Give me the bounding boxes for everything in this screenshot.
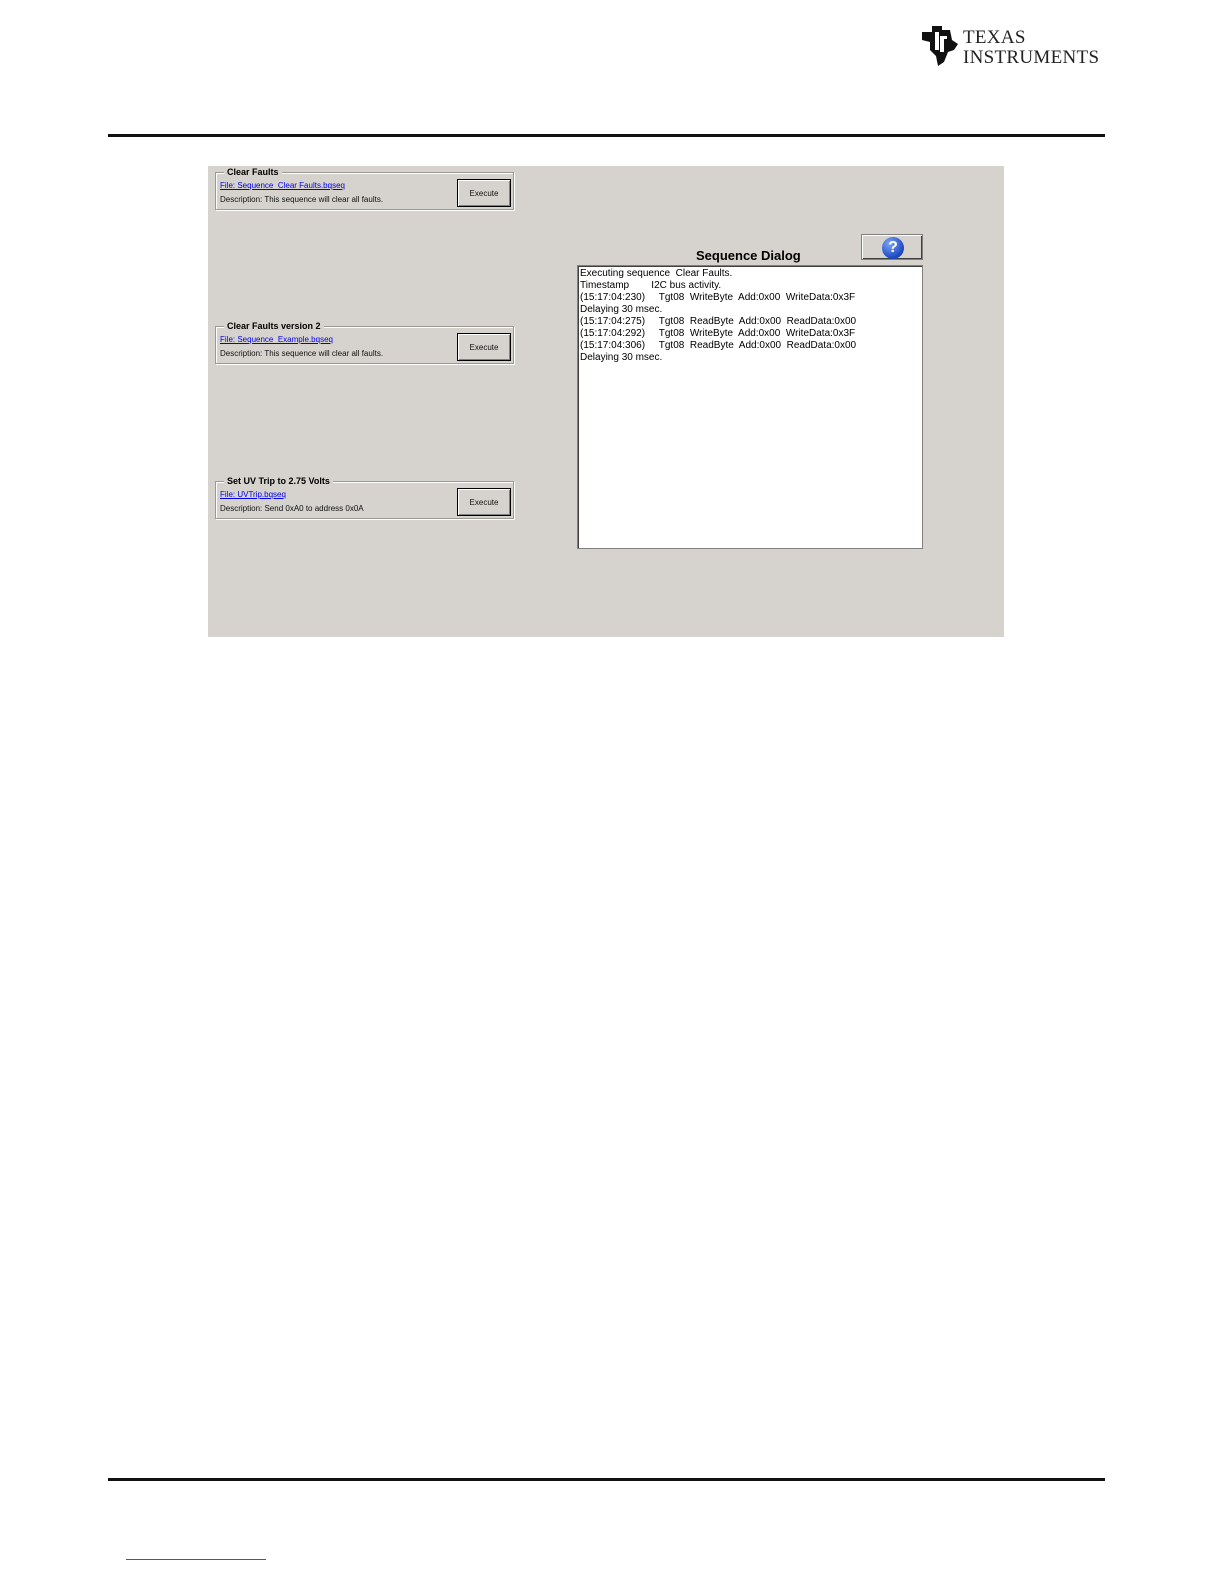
sequence-log-output[interactable]: Executing sequence Clear Faults. Timesta… (577, 265, 923, 549)
sequence-file-link[interactable]: File: Sequence_Example.bqseq (220, 335, 333, 345)
sequence-description: Description: This sequence will clear al… (220, 195, 384, 204)
help-button[interactable]: ? (861, 234, 923, 260)
ti-logo: Texas Instruments (918, 22, 1108, 74)
execute-button[interactable]: Execute (457, 179, 511, 207)
log-line: (15:17:04:292) Tgt08 WriteByte Add:0x00 … (580, 328, 856, 339)
sequence-file-link[interactable]: File: Sequence_Clear Faults.bqseq (220, 181, 345, 191)
log-line: (15:17:04:275) Tgt08 ReadByte Add:0x00 R… (580, 316, 857, 327)
sequence-description: Description: Send 0xA0 to address 0x0A (220, 504, 364, 513)
execute-button[interactable]: Execute (457, 333, 511, 361)
log-line: Delaying 30 msec. (580, 352, 663, 363)
log-line: (15:17:04:306) Tgt08 ReadByte Add:0x00 R… (580, 340, 857, 351)
log-line: (15:17:04:230) Tgt08 WriteByte Add:0x00 … (580, 292, 856, 303)
sequence-group-uv-trip: Set UV Trip to 2.75 Volts File: UVTrip.b… (215, 475, 514, 519)
sequence-file-link[interactable]: File: UVTrip.bqseq (220, 490, 286, 500)
execute-button[interactable]: Execute (457, 488, 511, 516)
logo-text-line1: Texas (963, 27, 1026, 48)
question-icon: ? (882, 237, 904, 259)
ti-logo-icon (922, 26, 958, 66)
sequence-group-clear-faults-v2: Clear Faults version 2 File: Sequence_Ex… (215, 320, 514, 364)
sequence-app-window: Clear Faults File: Sequence_Clear Faults… (208, 166, 1004, 637)
sequence-description: Description: This sequence will clear al… (220, 349, 384, 358)
group-title: Clear Faults (224, 166, 282, 178)
logo-text-line2: Instruments (963, 47, 1100, 68)
log-line: Timestamp I2C bus activity. (580, 280, 722, 291)
header-rule (108, 134, 1105, 137)
group-title: Clear Faults version 2 (224, 320, 324, 332)
log-line: Executing sequence Clear Faults. (580, 268, 733, 279)
group-title: Set UV Trip to 2.75 Volts (224, 475, 333, 487)
logo-wordmark: Texas Instruments (963, 28, 1099, 68)
sequence-dialog-title: Sequence Dialog (696, 248, 801, 263)
log-line: Delaying 30 msec. (580, 304, 663, 315)
sequence-group-clear-faults: Clear Faults File: Sequence_Clear Faults… (215, 166, 514, 210)
footer-link-underline[interactable] (126, 1551, 266, 1560)
footer-rule (108, 1478, 1105, 1481)
